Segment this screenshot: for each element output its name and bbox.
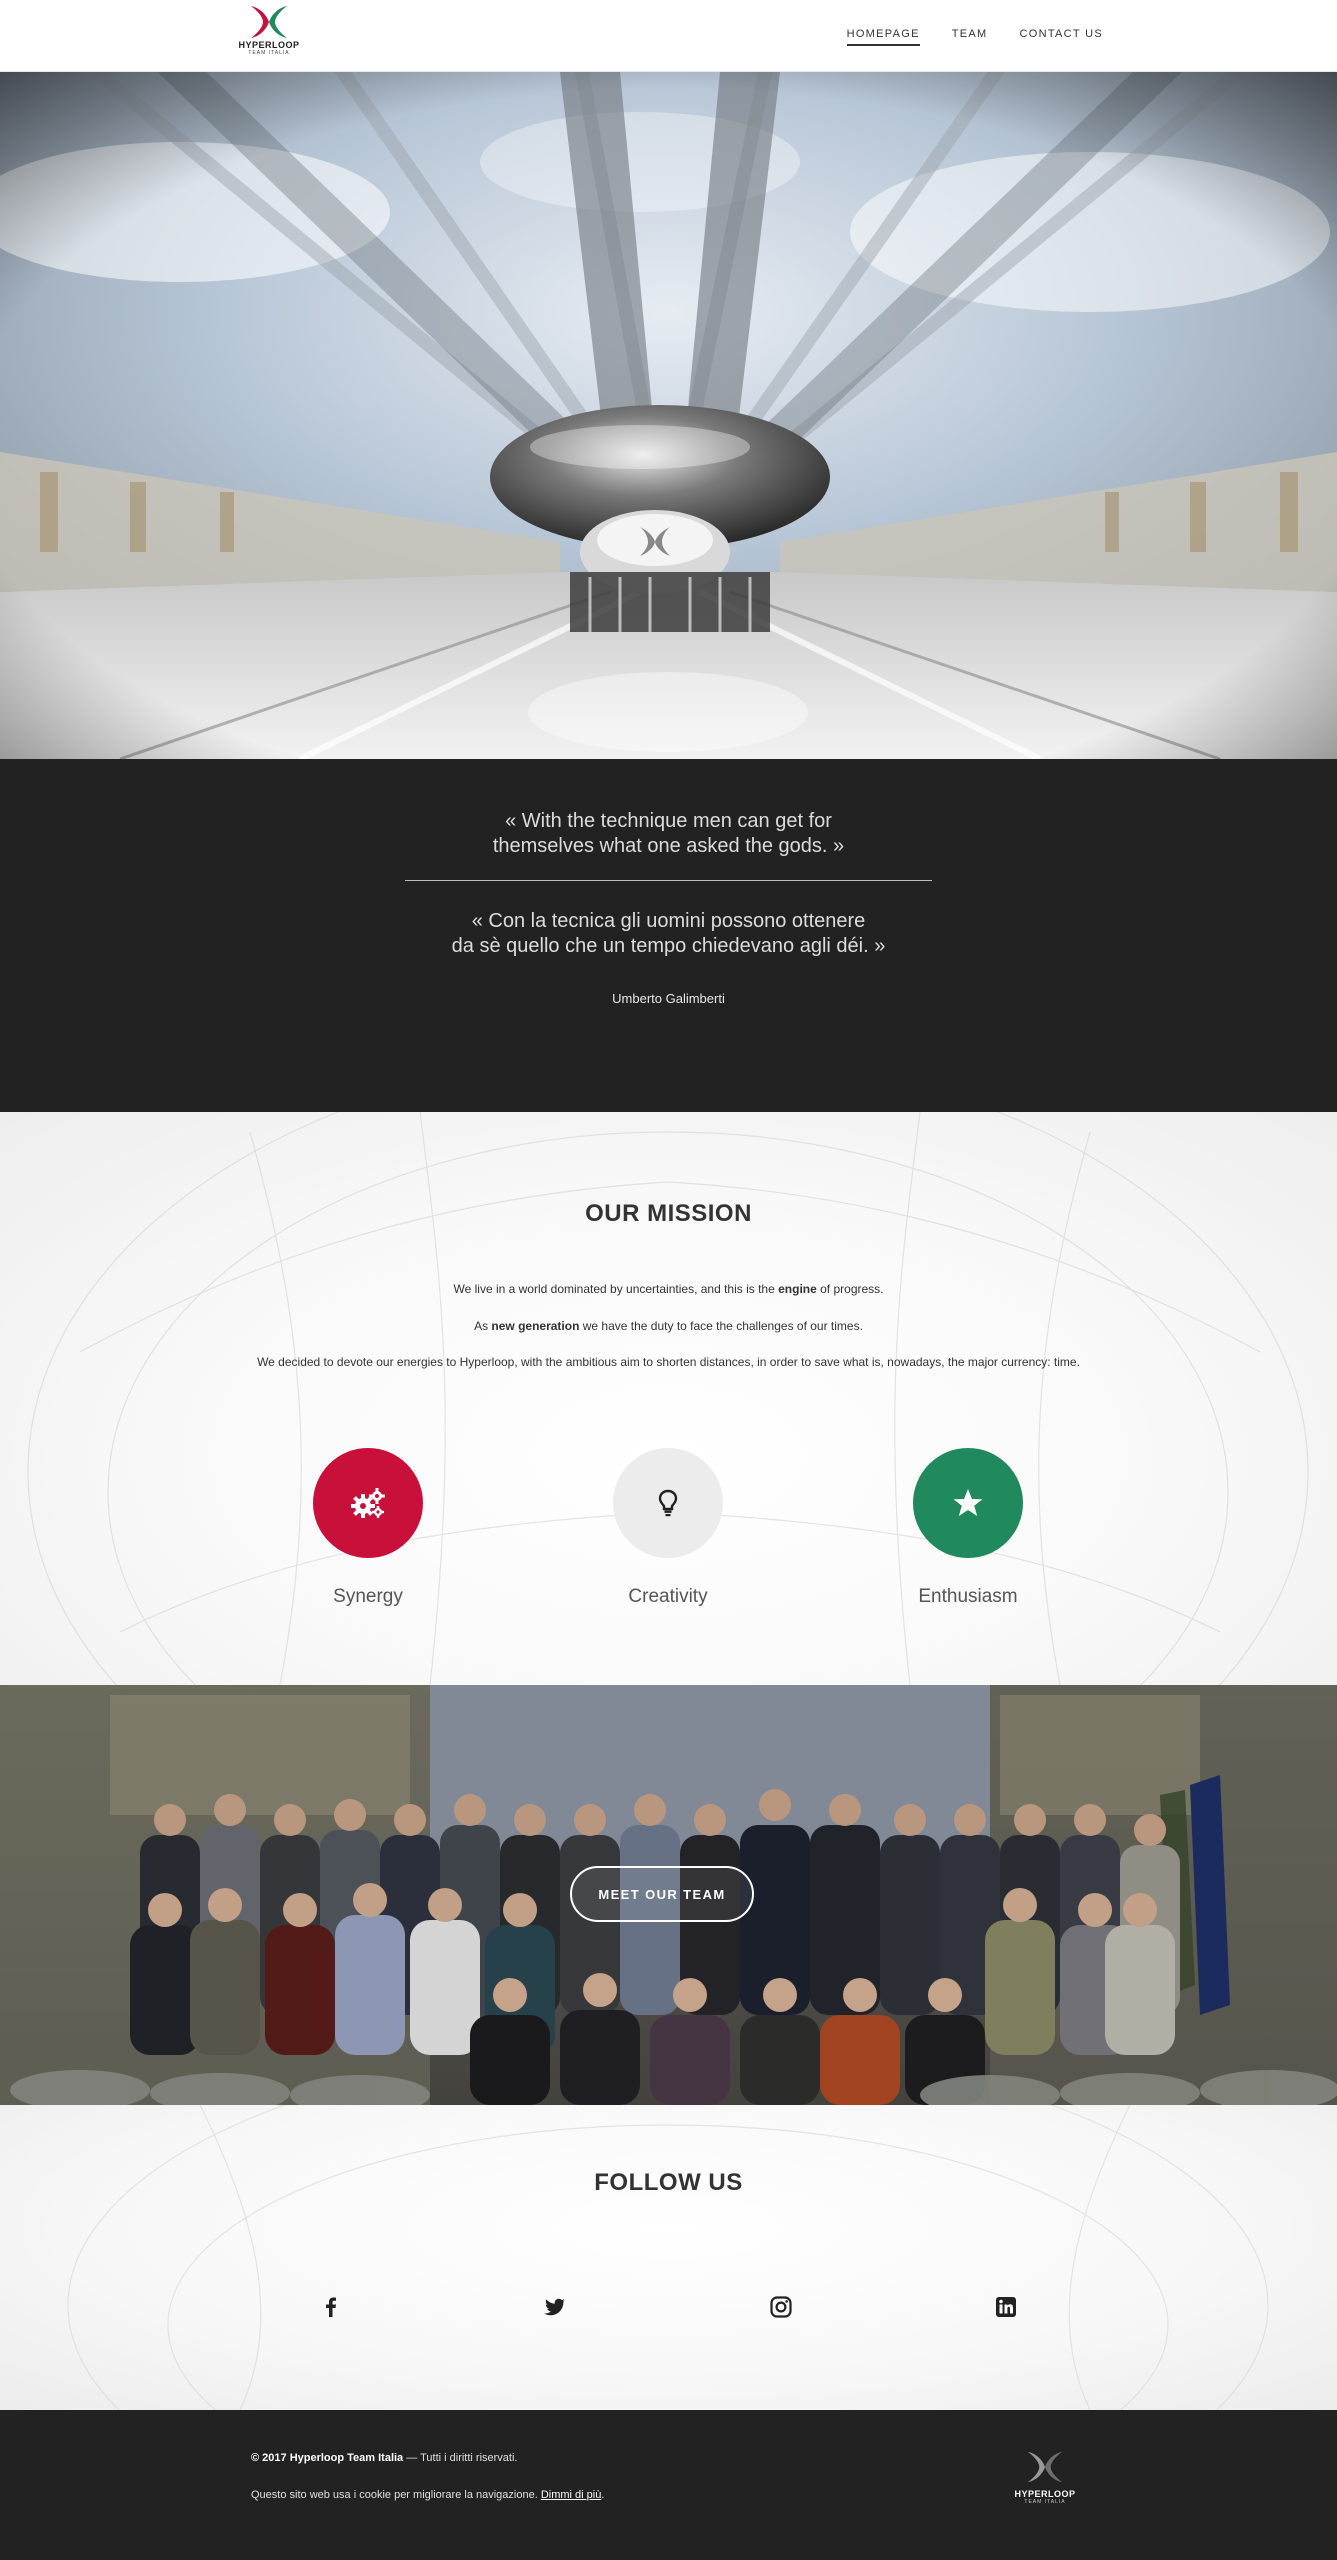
mission-paragraph-1: We live in a world dominated by uncertai… xyxy=(0,1282,1337,1296)
linkedin-icon[interactable] xyxy=(994,2295,1018,2319)
site-logo[interactable]: HYPERLOOP TEAM ITALIA xyxy=(238,4,300,66)
footer-copyright-bold: © 2017 Hyperloop Team Italia xyxy=(251,2452,404,2464)
footer-logo[interactable]: HYPERLOOP TEAM ITALIA xyxy=(1014,2450,1076,2505)
mission-section: OUR MISSION We live in a world dominated… xyxy=(0,1112,1337,1685)
feature-creativity-label: Creativity xyxy=(628,1586,708,1607)
nav-item-homepage[interactable]: HOMEPAGE xyxy=(846,28,920,46)
mission-p2-text: As xyxy=(474,1319,492,1333)
feature-synergy-label: Synergy xyxy=(333,1586,403,1607)
follow-background-texture xyxy=(67,2105,1269,2410)
hyperloop-x-icon xyxy=(1028,2451,1062,2483)
quote-italian-line1: « Con la tecnica gli uomini possono otte… xyxy=(471,910,866,932)
mission-p1-bold: engine xyxy=(778,1282,817,1296)
cookie-info-link[interactable]: Dimmi di più xyxy=(541,2489,602,2501)
main-menu: HOMEPAGE TEAM CONTACT US xyxy=(846,28,1104,46)
top-navigation: HYPERLOOP TEAM ITALIA HOMEPAGE TEAM CONT… xyxy=(0,0,1337,72)
follow-section: FOLLOW US xyxy=(0,2105,1337,2410)
quote-italian-line2: da sè quello che un tempo chiedevano agl… xyxy=(451,935,886,957)
star-icon xyxy=(953,1489,983,1516)
quote-english: « With the technique men can get for the… xyxy=(0,809,1337,859)
mission-p2-bold: new generation xyxy=(491,1319,580,1333)
facebook-icon[interactable] xyxy=(319,2295,343,2319)
mission-title: OUR MISSION xyxy=(585,1200,752,1227)
feature-creativity: Creativity xyxy=(568,1448,768,1608)
mission-paragraph-3: We decided to devote our energies to Hyp… xyxy=(257,1355,1080,1369)
site-footer: © 2017 Hyperloop Team Italia — Tutti i d… xyxy=(0,2410,1337,2560)
mission-p1-text: We live in a world dominated by uncertai… xyxy=(453,1282,779,1296)
quote-english-line1: « With the technique men can get for xyxy=(505,810,832,832)
footer-cookie-notice: Questo sito web usa i cookie per miglior… xyxy=(251,2489,604,2501)
team-photo-section: MEET OUR TEAM xyxy=(0,1685,1337,2105)
feature-creativity-circle xyxy=(613,1448,723,1558)
hyperloop-x-icon xyxy=(251,6,287,38)
feature-enthusiasm-circle xyxy=(913,1448,1023,1558)
quote-english-line2: themselves what one asked the gods. » xyxy=(492,835,845,857)
mission-p1-end: of progress. xyxy=(816,1282,884,1296)
logo-subtext: TEAM ITALIA xyxy=(248,50,290,56)
quote-italian: « Con la tecnica gli uomini possono otte… xyxy=(0,909,1337,959)
footer-copyright-text: — Tutti i diritti riservati. xyxy=(403,2452,518,2464)
footer-logo-subtext: TEAM ITALIA xyxy=(1024,2499,1066,2505)
mission-p2-end: we have the duty to face the challenges … xyxy=(579,1319,863,1333)
footer-cookie-end: . xyxy=(601,2489,605,2501)
meet-our-team-button[interactable]: MEET OUR TEAM xyxy=(570,1866,754,1922)
logo-text: HYPERLOOP xyxy=(238,40,300,50)
twitter-icon[interactable] xyxy=(543,2295,567,2319)
footer-copyright: © 2017 Hyperloop Team Italia — Tutti i d… xyxy=(251,2452,517,2464)
hero-image xyxy=(0,72,1337,759)
mission-paragraph-2: As new generation we have the duty to fa… xyxy=(0,1319,1337,1333)
lightbulb-icon xyxy=(658,1489,678,1517)
hyperloop-pod-illustration xyxy=(0,72,1337,759)
nav-item-contact-us[interactable]: CONTACT US xyxy=(1020,28,1104,46)
instagram-icon[interactable] xyxy=(769,2295,793,2319)
quote-author: Umberto Galimberti xyxy=(612,991,725,1006)
footer-cookie-text: Questo sito web usa i cookie per miglior… xyxy=(251,2489,541,2501)
quote-section: « With the technique men can get for the… xyxy=(0,759,1337,1112)
feature-synergy: Synergy xyxy=(268,1448,468,1608)
feature-enthusiasm: Enthusiasm xyxy=(868,1448,1068,1608)
follow-title: FOLLOW US xyxy=(594,2169,743,2196)
gears-icon xyxy=(351,1488,385,1518)
footer-logo-text: HYPERLOOP xyxy=(1014,2489,1076,2499)
feature-synergy-circle xyxy=(313,1448,423,1558)
feature-enthusiasm-label: Enthusiasm xyxy=(918,1586,1018,1607)
quote-divider xyxy=(405,880,932,881)
nav-item-team[interactable]: TEAM xyxy=(952,28,988,46)
